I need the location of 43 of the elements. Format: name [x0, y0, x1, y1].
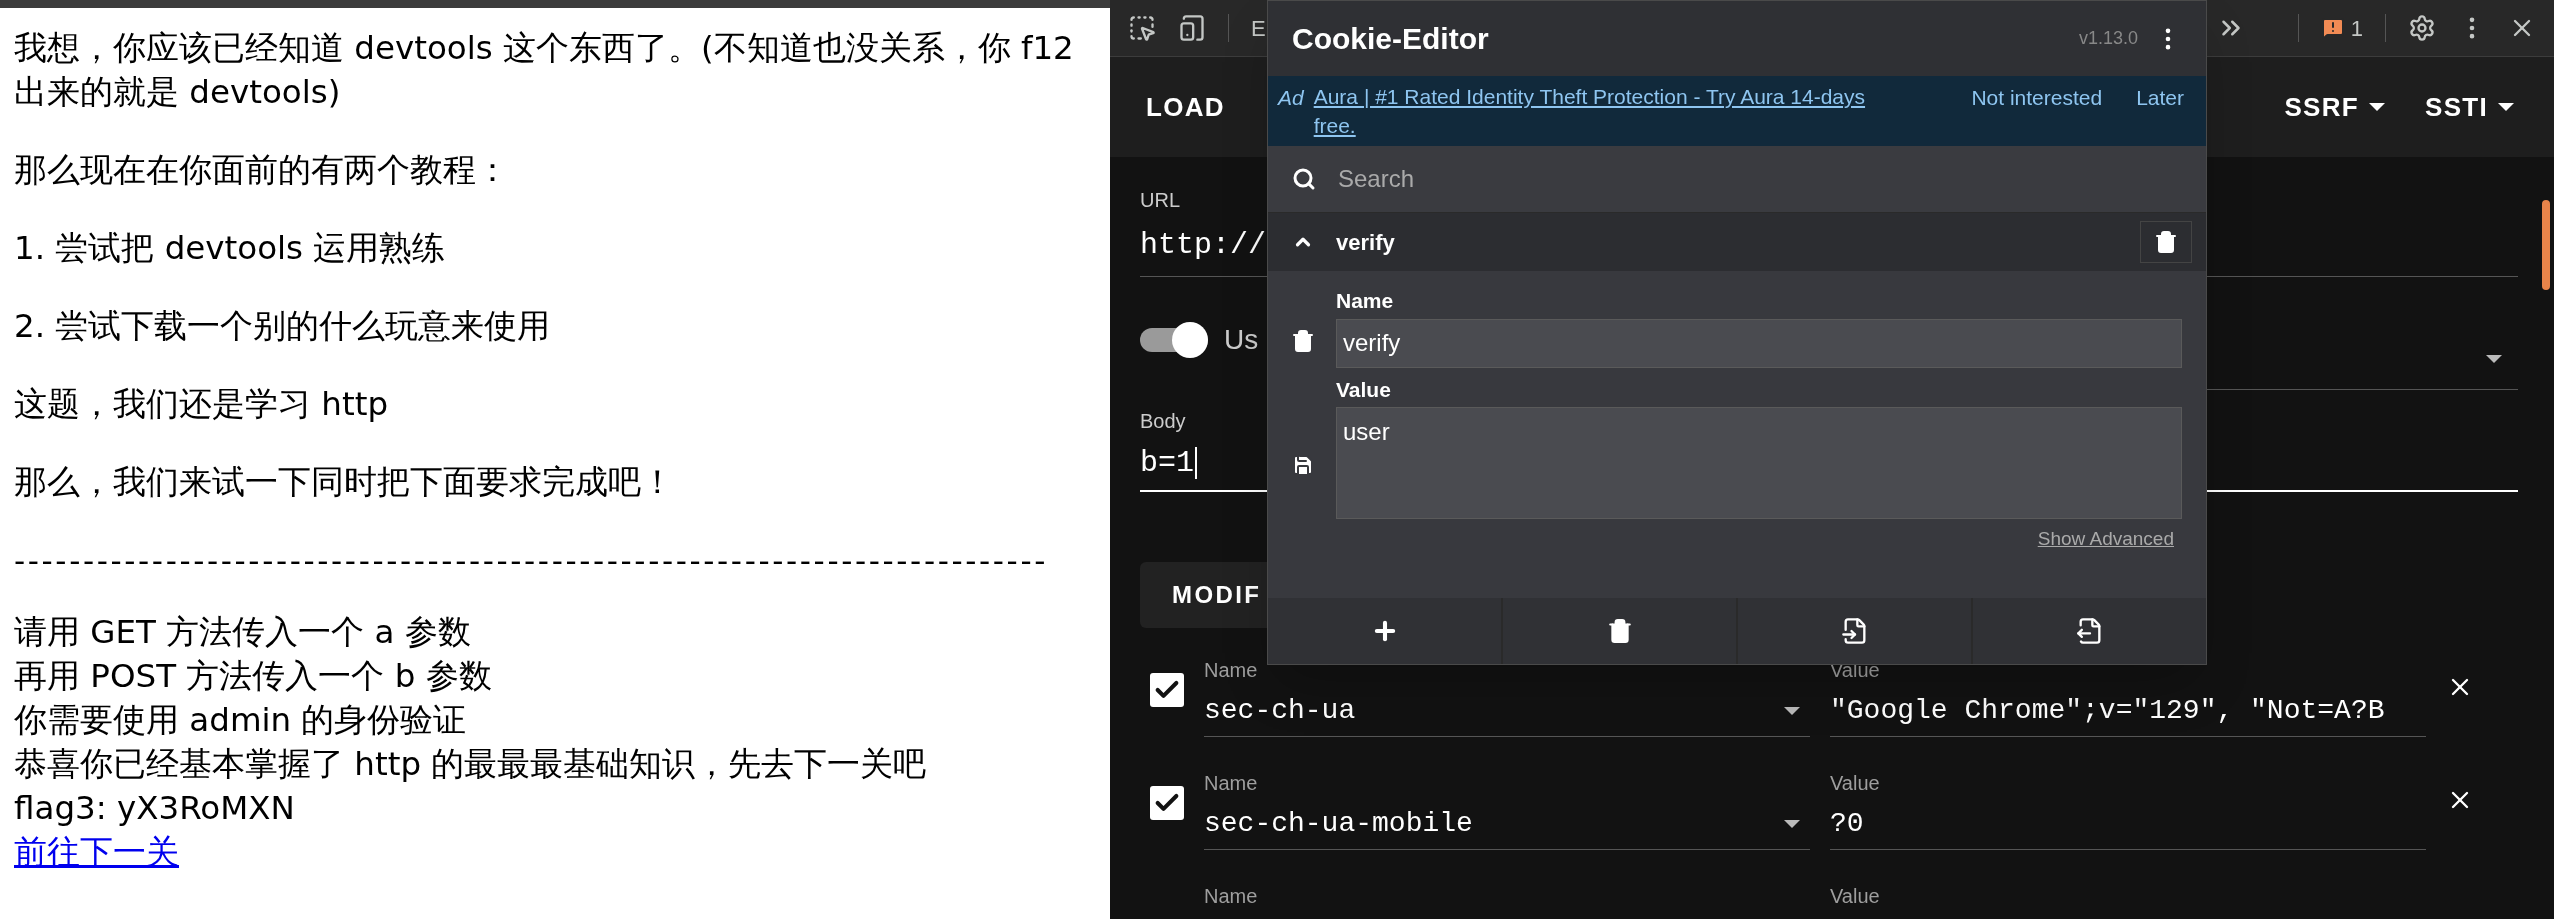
field-label: Name — [1336, 288, 1395, 314]
text-line: 你需要使用 admin 的身份验证 — [14, 700, 468, 741]
header-value-field[interactable]: ?0 — [1830, 798, 2426, 850]
paragraph: 那么现在在你面前的有两个教程： — [14, 150, 510, 191]
paragraph: 这题，我们还是学习 http — [14, 384, 390, 425]
header-name-field[interactable]: sec-ch-ua-mobile — [1204, 798, 1810, 850]
search-field[interactable]: Search — [1268, 146, 2206, 213]
paragraph: 1. 尝试把 devtools 运用熟练 — [14, 228, 447, 269]
field-label: Name — [1204, 658, 1259, 683]
menu-button[interactable]: SSRF — [2264, 77, 2405, 137]
text-line: 请用 GET 方法传入一个 a 参数 — [14, 612, 472, 653]
toggle-label: Us — [1224, 322, 1259, 357]
issues-button[interactable]: 1 — [2320, 11, 2363, 45]
field-label: Value — [1830, 884, 1881, 909]
next-level-link[interactable]: 前往下一关 — [14, 833, 179, 871]
header-value-field[interactable]: "Google Chrome";v="129", "Not=A?B — [1830, 685, 2426, 737]
paragraph: 2. 尝试下载一个别的什么玩意来使用 — [14, 306, 552, 347]
not-interested-button[interactable]: Not interested — [1971, 82, 2103, 114]
devtools-tab[interactable]: E — [1251, 11, 1266, 45]
text-line: flag3: yX3RoMXN — [14, 788, 296, 829]
name-input[interactable]: verify — [1336, 318, 2182, 368]
paragraph: 那么，我们来试一下同时把下面要求完成吧！ — [14, 462, 675, 503]
value-input[interactable]: user — [1336, 407, 2182, 519]
body-label: Body — [1140, 409, 1186, 434]
load-button[interactable]: LOAD — [1130, 77, 1241, 137]
field-label: Name — [1204, 771, 1259, 796]
header-name-field[interactable]: sec-ch-ua — [1204, 685, 1810, 737]
later-button[interactable]: Later — [2136, 82, 2184, 114]
field-label: Value — [1830, 771, 1881, 796]
ad-link[interactable]: Aura | #1 Rated Identity Theft Protection - Try Aura 14-days free. — [1313, 82, 1904, 140]
text-line: 恭喜你已经基本掌握了 http 的最最最基础知识，先去下一关吧 — [14, 744, 928, 785]
field-label: Value — [1336, 376, 1392, 403]
paragraph: 我想，你应该已经知道 devtools 这个东西了。(不知道也没关系，你 f12 出来的就是 devtools) — [14, 28, 1075, 113]
cookie-row[interactable]: verify — [1268, 213, 2206, 271]
popup-title: Cookie-Editor — [1292, 21, 1489, 57]
version-label: v1.13.0 — [2078, 27, 2138, 50]
field-label: Name — [1204, 884, 1259, 909]
text-line: 再用 POST 方法传入一个 b 参数 — [14, 656, 493, 697]
url-label: URL — [1140, 188, 1180, 213]
menu-button[interactable]: SSTI — [2405, 77, 2534, 137]
ad-label: Ad — [1278, 85, 1304, 111]
show-advanced-link[interactable]: Show Advanced — [2037, 525, 2174, 554]
separator-line: --------------------------------------------------------------------------- — [14, 541, 1048, 580]
